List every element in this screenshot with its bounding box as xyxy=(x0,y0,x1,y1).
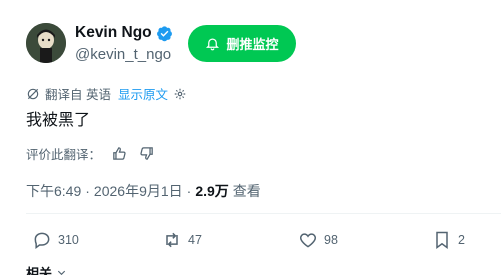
user-handle[interactable]: @kevin_t_ngo xyxy=(75,46,171,63)
tweet-date[interactable]: 2026年9月1日 xyxy=(94,181,183,201)
bookmark-icon xyxy=(436,231,448,249)
thumbs-up-icon[interactable] xyxy=(111,145,128,162)
reply-icon xyxy=(34,232,50,249)
bell-icon xyxy=(206,38,220,51)
rate-translation: 评价此翻译： xyxy=(26,144,155,163)
reply-count: 310 xyxy=(58,233,79,247)
retweet-icon xyxy=(166,232,178,248)
user-name[interactable]: Kevin Ngo xyxy=(75,24,173,42)
verified-badge-icon xyxy=(156,25,173,42)
tweet-time[interactable]: 下午6:49 xyxy=(26,181,81,201)
user-name-text[interactable]: Kevin Ngo xyxy=(75,24,152,42)
subscribe-button[interactable]: 删推监控 xyxy=(188,25,296,62)
subscribe-button-label: 删推监控 xyxy=(226,37,279,52)
views-count: 2.9万 xyxy=(195,183,229,199)
like-icon xyxy=(299,233,317,248)
thumbs-down-icon[interactable] xyxy=(138,145,155,162)
bookmark-count: 2 xyxy=(458,233,465,247)
retweet-count: 47 xyxy=(188,233,202,247)
meta-separator: · xyxy=(186,183,192,199)
show-original-link[interactable]: 显示原文 xyxy=(118,84,168,103)
retweet-button[interactable]: 47 xyxy=(162,230,202,250)
action-bar: 310 47 98 2 xyxy=(32,230,472,252)
views-label: 查看 xyxy=(232,183,261,199)
translate-icon xyxy=(27,88,39,99)
tweet-meta: 下午6:49 · 2026年9月1日 · 2.9万 查看 xyxy=(26,181,261,201)
related-label[interactable]: 相关 xyxy=(26,266,52,275)
divider xyxy=(26,213,501,214)
tweet-detail: Kevin Ngo @kevin_t_ngo 删推监控 翻译自 英语 显示原文 … xyxy=(0,0,501,275)
like-button[interactable]: 98 xyxy=(298,230,338,250)
bookmark-button[interactable]: 2 xyxy=(432,230,465,250)
reply-button[interactable]: 310 xyxy=(32,230,79,250)
chevron-down-icon xyxy=(57,270,65,275)
settings-icon[interactable] xyxy=(173,87,187,101)
translation-bar: 翻译自 英语 显示原文 xyxy=(26,84,187,103)
rate-translation-label: 评价此翻译： xyxy=(26,148,102,162)
tweet-text: 我被黑了 xyxy=(26,112,91,129)
related-section-header[interactable]: 相关 xyxy=(26,263,67,275)
avatar[interactable] xyxy=(26,23,66,63)
translation-label: 翻译自 英语 xyxy=(45,88,111,102)
meta-separator: · xyxy=(85,183,90,199)
like-count: 98 xyxy=(324,233,338,247)
